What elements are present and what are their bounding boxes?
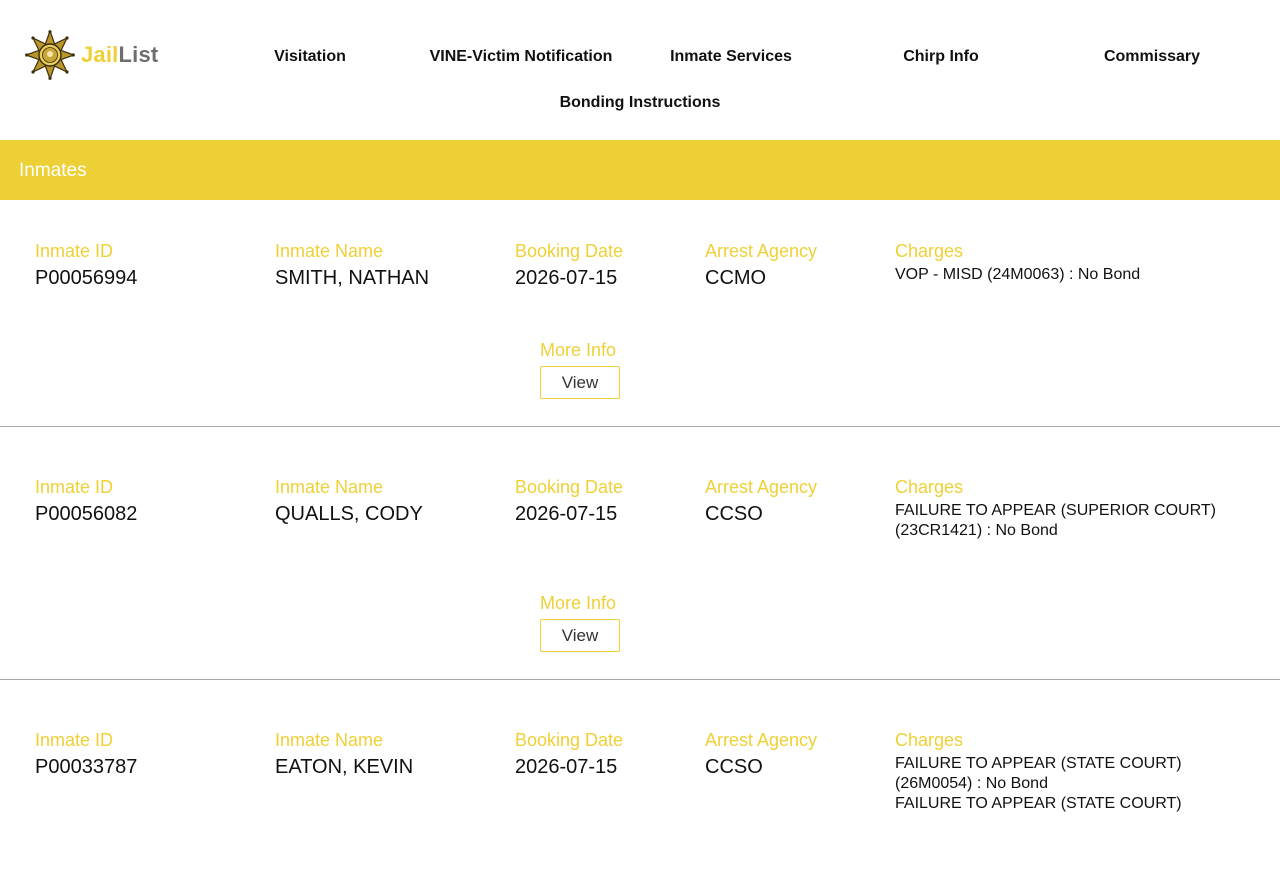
inmate-name-value: EATON, KEVIN <box>275 756 414 778</box>
booking-date-value: 2026-07-15 <box>515 503 618 525</box>
more-info-section: More Info View <box>540 340 620 399</box>
inmate-record: Inmate ID P00056994 Inmate Name SMITH, N… <box>0 200 1280 427</box>
inmate-name-field: Inmate Name SMITH, NATHAN <box>275 241 429 289</box>
inmate-name-label: Inmate Name <box>275 241 384 261</box>
inmate-name-value: SMITH, NATHAN <box>275 267 430 289</box>
inmate-id-value: P00056994 <box>35 267 138 289</box>
view-button[interactable]: View <box>540 619 620 652</box>
charge-item: VOP - MISD (24M0063) : No Bond <box>895 266 1141 283</box>
inmate-id-label: Inmate ID <box>35 730 114 750</box>
site-logo-link[interactable]: JailList <box>25 30 158 80</box>
arrest-agency-value: CCMO <box>705 267 767 289</box>
nav-visitation[interactable]: Visitation <box>274 48 346 66</box>
inmate-id-field: Inmate ID P00033787 <box>35 730 137 778</box>
booking-date-field: Booking Date 2026-07-15 <box>515 477 623 525</box>
charges-label: Charges <box>895 477 964 497</box>
booking-date-label: Booking Date <box>515 241 624 261</box>
booking-date-label: Booking Date <box>515 730 624 750</box>
charge-item: FAILURE TO APPEAR (STATE COURT) (26M0054… <box>895 755 1182 792</box>
site-header: JailList Visitation VINE-Victim Notifica… <box>0 0 1280 140</box>
arrest-agency-field: Arrest Agency CCMO <box>705 241 817 289</box>
charge-item: FAILURE TO APPEAR (STATE COURT) <box>895 795 1182 812</box>
charges-field: Charges VOP - MISD (24M0063) : No Bond <box>895 241 1245 285</box>
inmate-name-field: Inmate Name EATON, KEVIN <box>275 730 413 778</box>
booking-date-field: Booking Date 2026-07-15 <box>515 241 623 289</box>
inmate-id-field: Inmate ID P00056994 <box>35 241 137 289</box>
inmate-name-label: Inmate Name <box>275 477 384 497</box>
inmate-id-value: P00033787 <box>35 756 138 778</box>
inmate-id-value: P00056082 <box>35 503 138 525</box>
nav-commissary[interactable]: Commissary <box>1104 48 1200 66</box>
nav-bonding-instructions[interactable]: Bonding Instructions <box>560 94 721 112</box>
sheriff-star-icon <box>25 30 75 80</box>
booking-date-field: Booking Date 2026-07-15 <box>515 730 623 778</box>
booking-date-label: Booking Date <box>515 477 624 497</box>
nav-inmate-services[interactable]: Inmate Services <box>670 48 792 66</box>
inmate-list: Inmate ID P00056994 Inmate Name SMITH, N… <box>0 200 1280 880</box>
arrest-agency-field: Arrest Agency CCSO <box>705 477 817 525</box>
more-info-label: More Info <box>540 340 617 360</box>
inmate-name-value: QUALLS, CODY <box>275 503 423 525</box>
nav-vine-victim-notification[interactable]: VINE-Victim Notification <box>430 48 613 66</box>
arrest-agency-value: CCSO <box>705 756 763 778</box>
charges-field: Charges FAILURE TO APPEAR (STATE COURT) … <box>895 730 1245 814</box>
view-button[interactable]: View <box>540 366 620 399</box>
inmate-id-field: Inmate ID P00056082 <box>35 477 137 525</box>
inmate-record: Inmate ID P00033787 Inmate Name EATON, K… <box>0 680 1280 880</box>
arrest-agency-label: Arrest Agency <box>705 241 818 261</box>
charges-label: Charges <box>895 730 964 750</box>
inmate-name-field: Inmate Name QUALLS, CODY <box>275 477 423 525</box>
charge-item: FAILURE TO APPEAR (SUPERIOR COURT) (23CR… <box>895 502 1216 539</box>
arrest-agency-field: Arrest Agency CCSO <box>705 730 817 778</box>
inmate-record: Inmate ID P00056082 Inmate Name QUALLS, … <box>0 427 1280 680</box>
charges-label: Charges <box>895 241 964 261</box>
arrest-agency-value: CCSO <box>705 503 763 525</box>
inmates-banner: Inmates <box>0 140 1280 200</box>
more-info-label: More Info <box>540 593 617 613</box>
charges-field: Charges FAILURE TO APPEAR (SUPERIOR COUR… <box>895 477 1245 541</box>
arrest-agency-label: Arrest Agency <box>705 730 818 750</box>
nav-chirp-info[interactable]: Chirp Info <box>903 48 979 66</box>
brand-name-part1: Jail <box>81 42 119 67</box>
brand-name-part2: List <box>118 42 159 67</box>
booking-date-value: 2026-07-15 <box>515 756 618 778</box>
more-info-section: More Info View <box>540 593 620 652</box>
booking-date-value: 2026-07-15 <box>515 267 618 289</box>
inmate-name-label: Inmate Name <box>275 730 384 750</box>
page-title: Inmates <box>19 160 87 181</box>
brand-name: JailList <box>81 42 158 68</box>
inmate-id-label: Inmate ID <box>35 241 114 261</box>
inmate-id-label: Inmate ID <box>35 477 114 497</box>
arrest-agency-label: Arrest Agency <box>705 477 818 497</box>
